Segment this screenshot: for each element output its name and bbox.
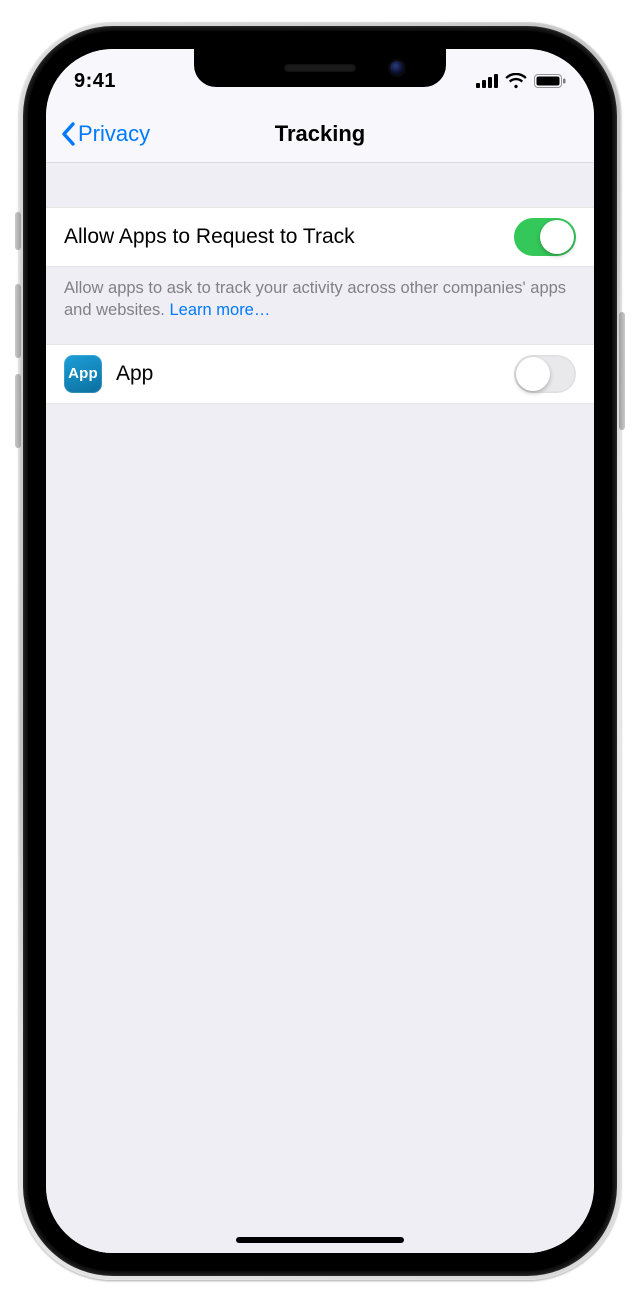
allow-tracking-footer: Allow apps to ask to track your activity… — [46, 267, 594, 344]
notch — [194, 49, 446, 87]
allow-tracking-label: Allow Apps to Request to Track — [64, 225, 514, 249]
footer-text: Allow apps to ask to track your activity… — [64, 279, 566, 319]
navigation-bar: Privacy Tracking — [46, 105, 594, 163]
toggle-knob — [516, 357, 550, 391]
content-area: Allow Apps to Request to Track Allow app… — [46, 163, 594, 1253]
battery-icon — [534, 74, 566, 88]
app-tracking-cell: App App — [46, 344, 594, 404]
volume-down-button — [15, 374, 21, 448]
screen: 9:41 — [46, 49, 594, 1253]
chevron-left-icon — [60, 122, 76, 146]
learn-more-link[interactable]: Learn more… — [169, 301, 270, 319]
app-tracking-toggle[interactable] — [514, 355, 576, 393]
toggle-knob — [540, 220, 574, 254]
cellular-icon — [476, 74, 498, 88]
page-title: Tracking — [275, 121, 365, 147]
back-label: Privacy — [78, 121, 150, 147]
status-time: 9:41 — [74, 70, 116, 93]
allow-tracking-toggle[interactable] — [514, 218, 576, 256]
silence-switch — [15, 212, 21, 250]
front-camera — [390, 61, 404, 75]
allow-tracking-cell: Allow Apps to Request to Track — [46, 207, 594, 267]
volume-up-button — [15, 284, 21, 358]
speaker-grille — [284, 64, 356, 72]
power-button — [619, 312, 625, 430]
app-name-label: App — [116, 362, 514, 386]
wifi-icon — [505, 73, 527, 89]
home-indicator[interactable] — [236, 1237, 404, 1243]
back-button[interactable]: Privacy — [54, 105, 156, 162]
device-frame: 9:41 — [19, 22, 621, 1280]
app-icon: App — [64, 355, 102, 393]
